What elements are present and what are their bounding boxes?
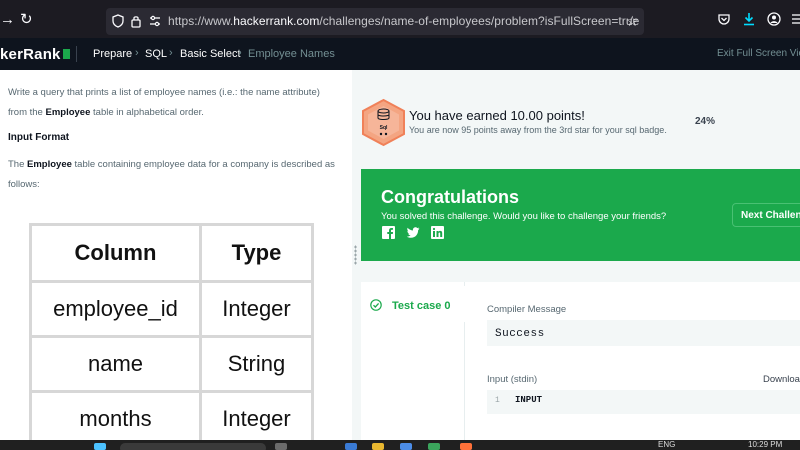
table-header-row: Column Type — [29, 223, 314, 283]
format-description: The Employee table containing employee d… — [8, 155, 338, 195]
taskbar-app-icon[interactable] — [428, 443, 440, 450]
brand-text: kerRank — [0, 46, 61, 63]
table-cell: name — [29, 335, 202, 393]
compiler-message-box: Success — [487, 320, 800, 346]
account-icon[interactable] — [767, 12, 781, 26]
taskbar-app-icon[interactable] — [345, 443, 357, 450]
test-case-label: Test case 0 — [392, 300, 451, 312]
chevron-right-icon: › — [238, 47, 242, 59]
os-taskbar: ENG 10:29 PM — [0, 440, 800, 450]
download-icon[interactable] — [742, 12, 756, 26]
table-cell: String — [199, 335, 314, 393]
breadcrumb-current: Employee Names — [248, 48, 335, 60]
table-cell: employee_id — [29, 280, 202, 338]
menu-icon[interactable] — [792, 12, 800, 26]
input-format-heading: Input Format — [8, 132, 70, 143]
stdin-value: INPUT — [515, 395, 543, 405]
line-number: 1 — [495, 396, 500, 405]
task-view-icon[interactable] — [275, 443, 287, 450]
problem-statement: Write a query that prints a list of empl… — [0, 70, 352, 440]
bookmark-star-icon[interactable]: ☆ — [626, 13, 639, 30]
brand-square — [62, 49, 70, 59]
table-header: Column — [29, 223, 202, 283]
stdin-box: 1 INPUT — [487, 390, 800, 414]
sql-badge-icon: Sql — [362, 98, 405, 147]
url-prefix: https://www. — [168, 14, 234, 28]
chevron-right-icon: › — [169, 47, 173, 59]
url-host: hackerrank.com — [233, 14, 320, 28]
linkedin-icon[interactable] — [431, 226, 444, 239]
taskbar-app-icon[interactable] — [400, 443, 412, 450]
table-row: employee_id Integer — [29, 280, 314, 338]
forward-arrow-icon[interactable]: → — [0, 12, 15, 28]
compiler-message-value: Success — [495, 328, 545, 340]
table-row: months Integer — [29, 390, 314, 440]
pocket-icon[interactable] — [717, 12, 731, 26]
compiler-message-label: Compiler Message — [487, 304, 567, 315]
congrats-subtitle: You solved this challenge. Would you lik… — [381, 211, 667, 222]
points-title: You have earned 10.00 points! — [409, 108, 585, 123]
address-bar[interactable]: https://www.hackerrank.com/challenges/na… — [106, 8, 644, 35]
breadcrumb-prepare[interactable]: Prepare — [93, 48, 132, 60]
next-challenge-button[interactable]: Next Challenge — [732, 203, 800, 227]
brand-logo[interactable]: kerRank — [0, 46, 70, 63]
url-text[interactable]: https://www.hackerrank.com/challenges/na… — [168, 14, 639, 28]
table-cell: Integer — [199, 280, 314, 338]
taskbar-search-box[interactable] — [120, 443, 266, 450]
format-text: The — [8, 159, 28, 170]
problem-intro: Write a query that prints a list of empl… — [8, 83, 338, 123]
intro-text-end: table in alphabetical order. — [90, 107, 204, 118]
url-path: /challenges/name-of-employees/problem?is… — [319, 14, 640, 28]
download-link[interactable]: Download — [763, 374, 800, 385]
badge-label: Sql — [380, 125, 388, 131]
points-subtitle: You are now 95 points away from the 3rd … — [409, 125, 667, 135]
site-header: kerRank Prepare › SQL › Basic Select › E… — [0, 38, 800, 70]
schema-table: Column Type employee_id Integer name Str… — [29, 223, 314, 440]
breadcrumb-basic-select[interactable]: Basic Select — [180, 48, 241, 60]
breadcrumb-sql[interactable]: SQL — [145, 48, 167, 60]
table-row: name String — [29, 335, 314, 393]
file-explorer-icon[interactable] — [372, 443, 384, 450]
shield-icon[interactable] — [112, 14, 124, 28]
firefox-icon[interactable] — [460, 443, 472, 450]
table-cell: Integer — [199, 390, 314, 440]
table-header: Type — [199, 223, 314, 283]
exit-fullscreen-link[interactable]: Exit Full Screen View — [717, 48, 800, 59]
reload-icon[interactable]: ↻ — [20, 12, 33, 28]
congratulations-banner: Congratulations You solved this challeng… — [361, 169, 800, 261]
test-case-sidebar: Test case 0 — [361, 282, 465, 442]
format-table-name: Employee — [27, 159, 72, 170]
header-divider — [76, 46, 77, 62]
congrats-title: Congratulations — [381, 187, 519, 207]
test-case-panel: Test case 0 Compiler Message Success Inp… — [361, 282, 800, 442]
start-menu-icon[interactable] — [94, 443, 106, 450]
permissions-icon[interactable] — [148, 14, 162, 28]
twitter-icon[interactable] — [407, 226, 420, 239]
facebook-icon[interactable] — [382, 226, 395, 239]
chevron-right-icon: › — [135, 47, 139, 59]
browser-toolbar: → ↻ https://www.hackerrank.com/challenge… — [0, 0, 800, 42]
stdin-label: Input (stdin) — [487, 374, 538, 385]
tab-test-case-0[interactable]: Test case 0 — [361, 286, 465, 322]
taskbar-clock[interactable]: 10:29 PM — [748, 440, 782, 450]
lock-icon[interactable] — [130, 14, 142, 28]
badge-progress-percent: 24% — [695, 116, 716, 127]
table-cell: months — [29, 390, 202, 440]
next-challenge-label: Next Challenge — [741, 210, 800, 221]
check-circle-icon — [370, 299, 382, 311]
intro-table-name: Employee — [45, 107, 91, 118]
language-indicator[interactable]: ENG — [658, 440, 675, 450]
resize-grip-icon[interactable] — [354, 245, 357, 265]
